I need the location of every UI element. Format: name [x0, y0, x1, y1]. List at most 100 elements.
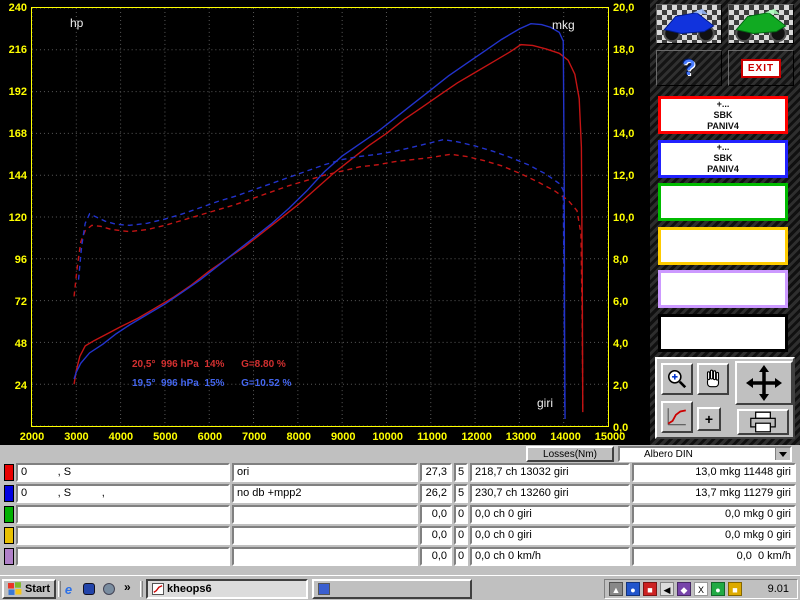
- run-slot-3[interactable]: [658, 183, 788, 221]
- run-name-field[interactable]: 0 , S ,: [16, 484, 230, 503]
- hp-axis-tick: 168: [9, 128, 27, 140]
- chart-region: 24021619216814412096724824 20,018,016,01…: [0, 0, 650, 445]
- run-color-swatch[interactable]: [4, 485, 14, 502]
- mkg-axis-tick: 16,0: [613, 86, 634, 98]
- pan-hand-button[interactable]: [697, 363, 729, 395]
- start-button[interactable]: Start: [2, 579, 56, 599]
- run-comment-field[interactable]: ori: [232, 463, 418, 482]
- curve-tool-button[interactable]: [661, 401, 693, 433]
- taskbar-task-kheops6[interactable]: kheops6: [146, 579, 308, 599]
- run-comment-field[interactable]: [232, 547, 418, 566]
- losses-button[interactable]: Losses(Nm): [526, 446, 614, 462]
- curve-icon: [666, 406, 688, 428]
- run-slot-2[interactable]: +...SBKPANIV4: [658, 140, 788, 178]
- mkg-axis-tick: 20,0: [613, 2, 634, 14]
- run-color-swatch[interactable]: [4, 527, 14, 544]
- magnifier-icon: [666, 368, 688, 390]
- run-slot-5[interactable]: [658, 270, 788, 308]
- run-power-readout: 0,0 ch 0 km/h: [470, 547, 630, 566]
- run1-conditions-annotation: 20,5° 996 hPa 14% G=8.80 %: [132, 359, 286, 370]
- rpm-axis-tick: 8000: [279, 431, 319, 443]
- quick-launch-icon-3[interactable]: [100, 581, 117, 597]
- rpm-axis-label: giri: [537, 396, 553, 410]
- help-button[interactable]: ?: [656, 50, 722, 86]
- move-arrows-button[interactable]: [735, 361, 793, 405]
- run-name-field[interactable]: [16, 547, 230, 566]
- toolbar-gripper: [140, 581, 143, 597]
- run-temp-field: 26,2: [420, 484, 452, 503]
- mkg-axis-tick: 10,0: [613, 212, 634, 224]
- green-bike-button[interactable]: [728, 4, 794, 44]
- tray-icon-8[interactable]: ■: [728, 582, 742, 596]
- start-button-label: Start: [25, 583, 50, 595]
- gear-selector-dropdown[interactable]: Albero DIN: [618, 446, 792, 462]
- hp-axis-tick: 24: [15, 380, 27, 392]
- run-comment-field[interactable]: [232, 526, 418, 545]
- tray-icon-2[interactable]: ●: [626, 582, 640, 596]
- run-color-swatch[interactable]: [4, 548, 14, 565]
- zoom-in-button[interactable]: [661, 363, 693, 395]
- taskbar-clock[interactable]: 9.01: [768, 583, 793, 595]
- add-button[interactable]: +: [697, 407, 721, 431]
- tray-icon-7[interactable]: ●: [711, 582, 725, 596]
- mkg-axis-label: mkg: [552, 18, 575, 32]
- run-slot-6[interactable]: [658, 314, 788, 352]
- tray-icon-5[interactable]: ◆: [677, 582, 691, 596]
- run-torque-readout: 0,0 mkg 0 giri: [632, 526, 796, 545]
- taskbar-task-2[interactable]: [312, 579, 472, 599]
- run-slot-label: SBK: [713, 110, 732, 121]
- run-comment-field[interactable]: [232, 505, 418, 524]
- chart-tool-panel: +: [655, 357, 795, 439]
- run-slot-1[interactable]: +...SBKPANIV4: [658, 96, 788, 134]
- plot-area[interactable]: hp mkg giri 20,5° 996 hPa 14% G=8.80 % 1…: [31, 7, 609, 427]
- mkg-axis-tick: 12,0: [613, 170, 634, 182]
- exit-button[interactable]: EXIT: [728, 50, 794, 86]
- system-tray: ▲●■◀◆X●■9.01: [604, 579, 798, 599]
- run-color-swatch[interactable]: [4, 506, 14, 523]
- run-count-field: 5: [454, 484, 468, 503]
- xear3d-icon[interactable]: X: [694, 582, 708, 596]
- task2-app-icon: [318, 583, 330, 595]
- tray-icon-1[interactable]: ▲: [609, 582, 623, 596]
- table-row: 0,000,0 ch 0 giri0,0 mkg 0 giri: [0, 526, 800, 545]
- table-row: 0,000,0 ch 0 giri0,0 mkg 0 giri: [0, 505, 800, 524]
- blue-bike-button[interactable]: [656, 4, 722, 44]
- controls-row: Losses(Nm) Albero DIN: [0, 445, 800, 463]
- question-mark-icon: ?: [682, 55, 695, 81]
- run-count-field: 5: [454, 463, 468, 482]
- run-torque-readout: 0,0 0 km/h: [632, 547, 796, 566]
- hp-axis: 24021619216814412096724824: [0, 0, 29, 445]
- app-icon: [103, 583, 115, 595]
- run-power-readout: 230,7 ch 13260 giri: [470, 484, 630, 503]
- chevron-down-icon: [779, 452, 787, 457]
- run-comment-field[interactable]: no db +mpp2: [232, 484, 418, 503]
- tray-icon-3[interactable]: ■: [643, 582, 657, 596]
- run-count-field: 0: [454, 526, 468, 545]
- run-slot-label: PANIV4: [707, 164, 739, 175]
- run-slot-4[interactable]: [658, 227, 788, 265]
- table-row: 0,000,0 ch 0 km/h0,0 0 km/h: [0, 547, 800, 566]
- run2-conditions-annotation: 19,5° 996 hPa 15% G=10.52 %: [132, 378, 291, 389]
- mkg-axis-tick: 2,0: [613, 380, 628, 392]
- volume-icon[interactable]: ◀: [660, 582, 674, 596]
- hp-axis-tick: 96: [15, 254, 27, 266]
- run-name-field[interactable]: 0 , S: [16, 463, 230, 482]
- run-slot-label: SBK: [713, 153, 732, 164]
- rpm-axis-tick: 11000: [412, 431, 452, 443]
- run-name-field[interactable]: [16, 505, 230, 524]
- quick-launch-icon-2[interactable]: [80, 581, 97, 597]
- app-icon: [83, 583, 95, 595]
- run-torque-readout: 13,0 mkg 11448 giri: [632, 463, 796, 482]
- print-button[interactable]: [737, 409, 789, 435]
- quick-launch-overflow-chevron[interactable]: »: [124, 580, 131, 594]
- runs-table: 0 , Sori27,35218,7 ch 13032 giri13,0 mkg…: [0, 463, 800, 573]
- dropdown-arrow-button[interactable]: [775, 448, 790, 460]
- hp-axis-tick: 120: [9, 212, 27, 224]
- internet-explorer-icon[interactable]: e: [60, 581, 77, 597]
- run-temp-field: 0,0: [420, 547, 452, 566]
- run-name-field[interactable]: [16, 526, 230, 545]
- losses-button-label: Losses(Nm): [543, 449, 597, 460]
- run-torque-readout: 0,0 mkg 0 giri: [632, 505, 796, 524]
- printer-icon: [748, 411, 778, 433]
- run-color-swatch[interactable]: [4, 464, 14, 481]
